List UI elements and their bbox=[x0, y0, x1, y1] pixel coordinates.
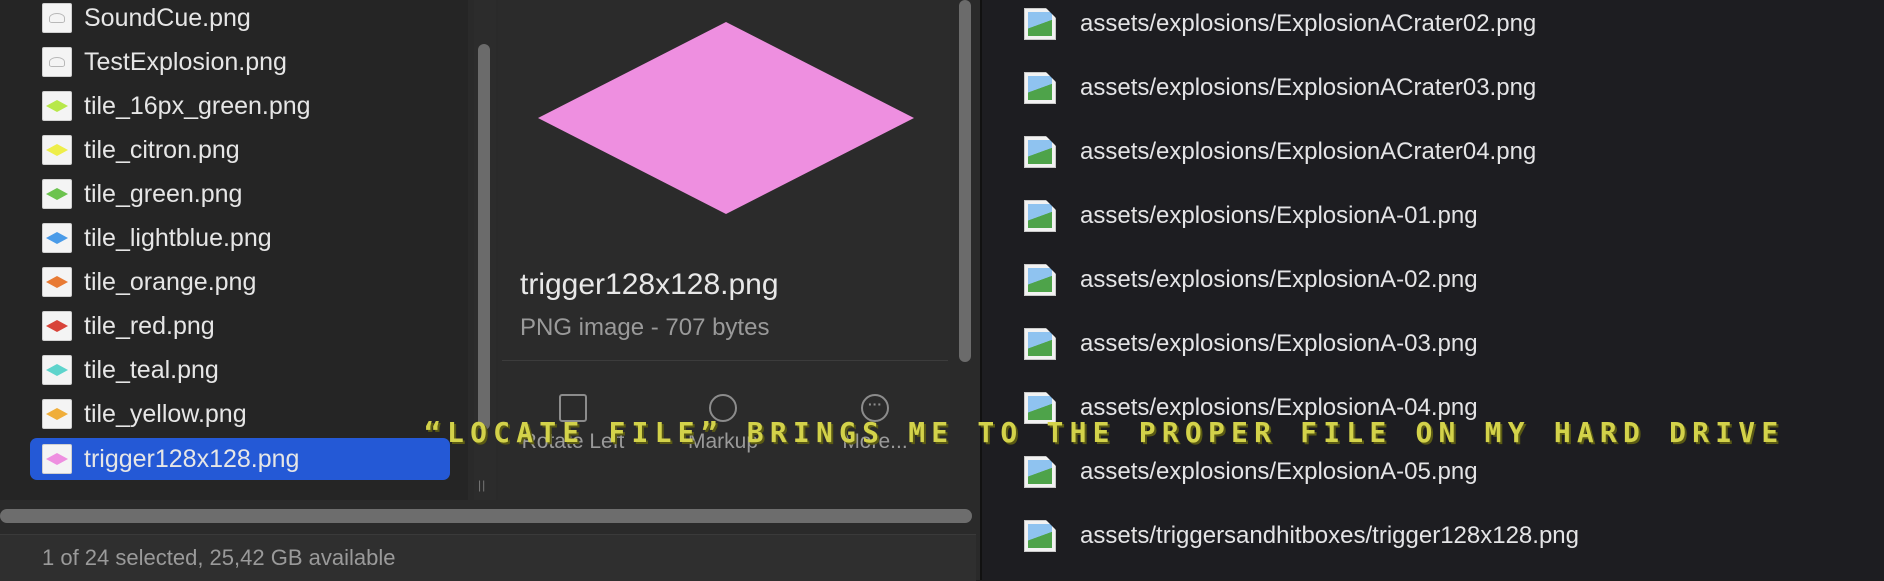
file-row[interactable]: tile_citron.png bbox=[30, 129, 450, 171]
asset-row[interactable]: assets/explosions/ExplosionACrater03.png bbox=[1024, 68, 1536, 108]
file-name: tile_green.png bbox=[84, 179, 243, 208]
file-thumbnail bbox=[42, 399, 72, 429]
file-name: SoundCue.png bbox=[84, 3, 251, 32]
file-thumbnail bbox=[42, 444, 72, 474]
asset-row[interactable]: assets/explosions/ExplosionA-02.png bbox=[1024, 260, 1478, 300]
diamond-icon bbox=[46, 188, 68, 200]
asset-path: assets/explosions/ExplosionACrater04.png bbox=[1080, 138, 1537, 165]
diamond-icon bbox=[46, 276, 68, 288]
horizontal-scrollbar[interactable] bbox=[0, 506, 976, 526]
diamond-icon bbox=[46, 364, 68, 376]
asset-path: assets/explosions/ExplosionACrater03.png bbox=[1080, 74, 1537, 101]
image-icon bbox=[1024, 456, 1056, 488]
file-name: tile_teal.png bbox=[84, 355, 219, 384]
preview-image bbox=[538, 22, 914, 214]
asset-row[interactable]: assets/explosions/ExplosionACrater02.png bbox=[1024, 4, 1536, 44]
file-thumbnail bbox=[42, 223, 72, 253]
asset-row[interactable]: assets/explosions/ExplosionA-05.png bbox=[1024, 452, 1478, 492]
preview-divider bbox=[502, 360, 948, 361]
file-row[interactable]: tile_16px_green.png bbox=[30, 85, 450, 127]
file-name: tile_16px_green.png bbox=[84, 91, 311, 120]
file-list: SoundCue.png TestExplosion.png tile_16px… bbox=[0, 0, 468, 500]
image-icon bbox=[1024, 136, 1056, 168]
asset-path: assets/explosions/ExplosionA-02.png bbox=[1080, 266, 1478, 293]
image-icon bbox=[1024, 8, 1056, 40]
image-icon bbox=[1024, 520, 1056, 552]
image-icon bbox=[1024, 72, 1056, 104]
status-text: 1 of 24 selected, 25,42 GB available bbox=[42, 545, 396, 570]
asset-row[interactable]: assets/explosions/ExplosionA-01.png bbox=[1024, 196, 1478, 236]
file-thumbnail bbox=[42, 47, 72, 77]
diamond-icon bbox=[46, 453, 68, 465]
file-row[interactable]: tile_yellow.png bbox=[30, 393, 450, 435]
diamond-icon bbox=[46, 408, 68, 420]
asset-path: assets/triggersandhitboxes/trigger128x12… bbox=[1080, 522, 1579, 549]
file-name: TestExplosion.png bbox=[84, 47, 287, 76]
asset-row[interactable]: assets/triggersandhitboxes/trigger128x12… bbox=[1024, 516, 1579, 556]
file-thumbnail bbox=[42, 311, 72, 341]
asset-path: assets/explosions/ExplosionA-01.png bbox=[1080, 202, 1478, 229]
file-thumbnail bbox=[42, 267, 72, 297]
asset-path: assets/explosions/ExplosionA-05.png bbox=[1080, 458, 1478, 485]
file-name: tile_red.png bbox=[84, 311, 215, 340]
file-row[interactable]: tile_red.png bbox=[30, 305, 450, 347]
file-name: tile_yellow.png bbox=[84, 399, 247, 428]
file-thumbnail bbox=[42, 3, 72, 33]
file-name: trigger128x128.png bbox=[84, 444, 300, 473]
preview-file-info: PNG image - 707 bytes bbox=[520, 314, 770, 341]
diamond-icon bbox=[46, 320, 68, 332]
asset-list: assets/explosions/ExplosionACrater02.png… bbox=[982, 0, 1884, 580]
file-row[interactable]: tile_lightblue.png bbox=[30, 217, 450, 259]
file-name: tile_orange.png bbox=[84, 267, 257, 296]
file-name: tile_citron.png bbox=[84, 135, 240, 164]
file-list-scroll-thumb[interactable] bbox=[478, 44, 490, 430]
diamond-icon bbox=[46, 232, 68, 244]
file-row[interactable]: SoundCue.png bbox=[30, 0, 450, 39]
diamond-icon bbox=[46, 144, 68, 156]
file-row[interactable]: tile_teal.png bbox=[30, 349, 450, 391]
asset-row[interactable]: assets/explosions/ExplosionACrater04.png bbox=[1024, 132, 1536, 172]
horizontal-scroll-thumb[interactable] bbox=[0, 509, 972, 523]
preview-scroll-thumb[interactable] bbox=[959, 0, 971, 362]
asset-path: assets/explosions/ExplosionA-03.png bbox=[1080, 330, 1478, 357]
asset-row[interactable]: assets/explosions/ExplosionA-03.png bbox=[1024, 324, 1478, 364]
image-icon bbox=[1024, 328, 1056, 360]
file-row[interactable]: TestExplosion.png bbox=[30, 41, 450, 83]
file-row[interactable]: tile_orange.png bbox=[30, 261, 450, 303]
file-thumbnail bbox=[42, 355, 72, 385]
preview-file-name: trigger128x128.png bbox=[520, 268, 779, 301]
file-name: tile_lightblue.png bbox=[84, 223, 272, 252]
status-bar: 1 of 24 selected, 25,42 GB available bbox=[0, 534, 976, 581]
video-caption: “Locate file” brings me to the proper fi… bbox=[424, 416, 1785, 449]
file-row-selected[interactable]: trigger128x128.png bbox=[30, 438, 450, 480]
image-icon bbox=[1024, 200, 1056, 232]
asset-path: assets/explosions/ExplosionACrater02.png bbox=[1080, 10, 1537, 37]
scribble-icon bbox=[49, 13, 65, 23]
image-icon bbox=[1024, 264, 1056, 296]
file-row[interactable]: tile_green.png bbox=[30, 173, 450, 215]
diamond-icon bbox=[46, 100, 68, 112]
file-thumbnail bbox=[42, 179, 72, 209]
column-resize-handle[interactable]: || bbox=[478, 478, 486, 492]
scribble-icon bbox=[49, 57, 65, 67]
file-thumbnail bbox=[42, 91, 72, 121]
file-thumbnail bbox=[42, 135, 72, 165]
finder-window: SoundCue.png TestExplosion.png tile_16px… bbox=[0, 0, 982, 581]
